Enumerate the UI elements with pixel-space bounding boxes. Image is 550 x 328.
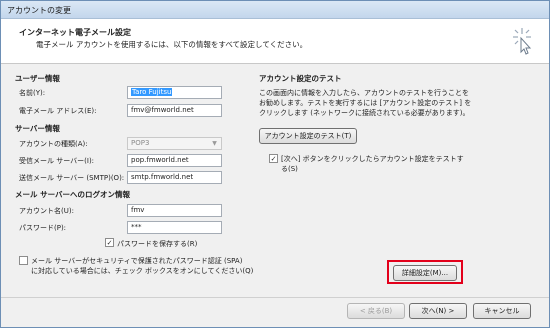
- save-password-label: パスワードを保存する(R): [117, 240, 198, 248]
- user-info-heading: ユーザー情報: [15, 74, 60, 83]
- title-bar: アカウントの変更: [1, 1, 549, 19]
- outgoing-server-field[interactable]: smtp.fmworld.net: [127, 171, 222, 184]
- dialog-header: インターネット電子メール設定 電子メール アカウントを使用するには、以下の情報を…: [1, 19, 549, 64]
- server-info-heading: サーバー情報: [15, 124, 60, 133]
- header-subtitle: 電子メール アカウントを使用するには、以下の情報をすべて設定してください。: [36, 40, 308, 49]
- incoming-server-label: 受信メール サーバー(I):: [19, 157, 95, 165]
- logon-info-heading: メール サーバーへのログオン情報: [15, 190, 131, 199]
- password-label: パスワード(P):: [19, 224, 67, 232]
- window-title: アカウントの変更: [7, 6, 71, 15]
- account-name-field[interactable]: fmv: [127, 204, 222, 217]
- account-change-dialog: アカウントの変更 インターネット電子メール設定 電子メール アカウントを使用する…: [0, 0, 550, 328]
- name-label: 名前(Y):: [19, 89, 46, 97]
- dialog-body: ユーザー情報 名前(Y): Taro Fujitsu 電子メール アドレス(E)…: [1, 65, 549, 297]
- spa-checkbox[interactable]: [19, 256, 28, 265]
- email-label: 電子メール アドレス(E):: [19, 107, 97, 115]
- auto-test-label-line1: [次へ] ボタンをクリックしたらアカウント設定をテストす: [281, 155, 464, 163]
- next-button[interactable]: 次へ(N) >: [409, 303, 467, 319]
- account-name-label: アカウント名(U):: [19, 207, 74, 215]
- save-password-checkbox[interactable]: ✓: [105, 238, 114, 247]
- advanced-settings-button[interactable]: 詳細設定(M)...: [393, 265, 457, 281]
- spa-label-line2: に対応している場合には、チェック ボックスをオンにしてください(Q): [31, 267, 254, 275]
- header-title: インターネット電子メール設定: [19, 28, 131, 37]
- test-description: この画面内に情報を入力したら、アカウントのテストを行うことを お勧めします。テス…: [259, 89, 472, 117]
- auto-test-label-line2: る(S): [281, 165, 298, 173]
- auto-test-checkbox[interactable]: ✓: [269, 154, 278, 163]
- account-type-label: アカウントの種類(A):: [19, 140, 88, 148]
- cancel-button[interactable]: キャンセル: [473, 303, 531, 319]
- email-field[interactable]: fmv@fmworld.net: [127, 104, 222, 117]
- outgoing-server-label: 送信メール サーバー (SMTP)(O):: [19, 174, 125, 182]
- password-field[interactable]: ***: [127, 221, 222, 234]
- name-field[interactable]: Taro Fujitsu: [127, 86, 222, 99]
- account-type-select: POP3 ▼: [127, 137, 222, 150]
- incoming-server-field[interactable]: pop.fmworld.net: [127, 154, 222, 167]
- spa-label-line1: メール サーバーがセキュリティで保護されたパスワード認証 (SPA): [31, 257, 243, 265]
- test-account-button[interactable]: アカウント設定のテスト(T): [259, 128, 357, 144]
- footer-divider: [1, 297, 549, 298]
- sparkle-cursor-icon: [513, 28, 532, 55]
- test-heading: アカウント設定のテスト: [259, 74, 342, 83]
- chevron-down-icon: ▼: [212, 140, 217, 147]
- back-button[interactable]: < 戻る(B): [347, 303, 405, 319]
